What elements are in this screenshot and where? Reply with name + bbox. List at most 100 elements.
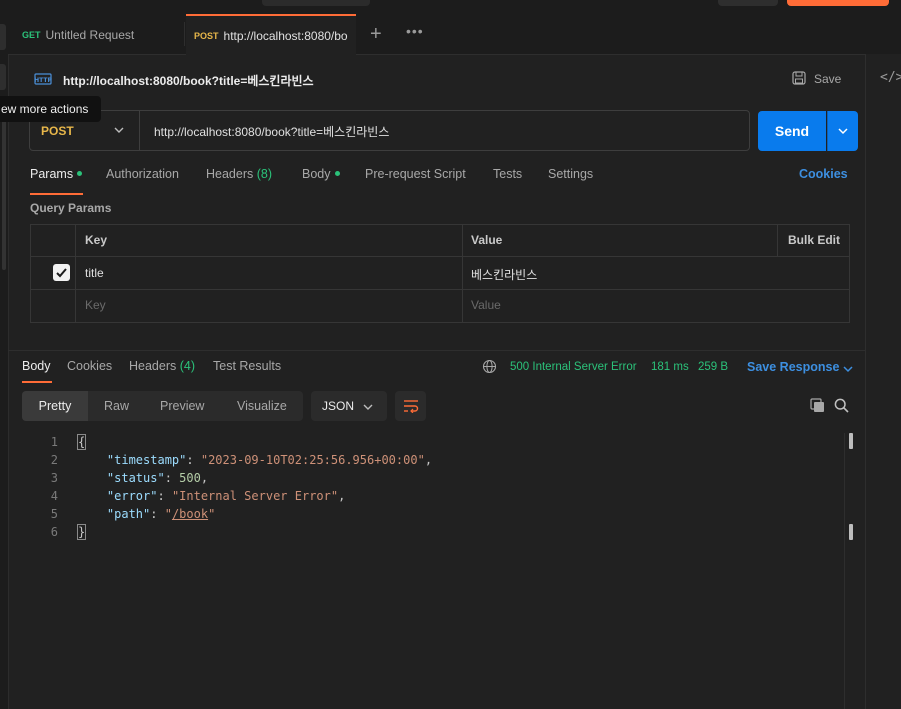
column-header-value: Value — [471, 233, 503, 247]
json-key: "status" — [106, 471, 165, 485]
table-divider — [777, 225, 778, 256]
response-size[interactable]: 259 B — [698, 361, 728, 373]
http-icon: HTTP — [34, 73, 52, 85]
send-button[interactable]: Send — [758, 111, 826, 151]
column-header-key: Key — [85, 233, 108, 247]
table-divider — [31, 256, 849, 257]
json-key: "timestamp" — [106, 453, 187, 467]
param-value-input[interactable]: 베스킨라빈스 — [471, 266, 537, 283]
response-tab-cookies[interactable]: Cookies — [67, 359, 112, 373]
response-time[interactable]: 181 ms — [651, 361, 689, 373]
response-tab-body[interactable]: Body — [22, 359, 51, 373]
json-key: "path" — [106, 507, 151, 521]
active-tab-indicator — [30, 193, 83, 195]
json-key: "error" — [106, 489, 158, 503]
response-status[interactable]: 500 Internal Server Error — [510, 361, 637, 373]
tab-tests[interactable]: Tests — [493, 167, 522, 181]
tab-body[interactable]: Body — [302, 167, 340, 181]
method-value: POST — [41, 123, 74, 138]
pane-divider[interactable] — [8, 350, 865, 351]
code-line: "timestamp": "2023-09-10T02:25:56.956+00… — [106, 453, 433, 467]
new-param-value-input[interactable]: Value — [471, 298, 501, 312]
query-params-title: Query Params — [30, 201, 112, 215]
tab-label: Body — [302, 167, 331, 181]
bulk-edit-button[interactable]: Bulk Edit — [788, 233, 840, 247]
chevron-down-icon — [363, 404, 373, 410]
format-select[interactable]: JSON — [311, 391, 387, 421]
url-input[interactable]: http://localhost:8080/book?title=베스킨라빈스 — [154, 123, 389, 140]
right-sidebar — [865, 54, 901, 709]
save-response-button[interactable]: Save Response — [747, 360, 839, 374]
json-brace: } — [76, 524, 87, 540]
sidebar-item[interactable] — [0, 64, 6, 90]
chevron-down-icon — [838, 128, 848, 135]
tab-authorization[interactable]: Authorization — [106, 167, 179, 181]
editor-gutter-line — [844, 433, 845, 709]
tooltip: ew more actions — [0, 96, 101, 122]
view-raw-button[interactable]: Raw — [104, 391, 129, 421]
json-brace: { — [76, 434, 87, 450]
save-button[interactable]: Save — [814, 72, 841, 86]
more-tabs-button[interactable]: ••• — [406, 23, 424, 39]
tab-method: GET — [22, 29, 41, 40]
tab-pre-request-script[interactable]: Pre-request Script — [365, 167, 466, 181]
globe-icon[interactable] — [482, 359, 497, 374]
line-number: 1 — [50, 435, 58, 449]
top-app-bar — [0, 0, 901, 14]
response-tab-test-results[interactable]: Test Results — [213, 359, 281, 373]
param-key-input[interactable]: title — [85, 266, 104, 280]
query-params-table — [30, 224, 850, 323]
sidebar-scrollbar[interactable] — [2, 110, 6, 270]
search-icon[interactable] — [834, 398, 849, 413]
request-title[interactable]: http://localhost:8080/book?title=베스킨라빈스 — [63, 72, 314, 89]
json-value: 500 — [179, 471, 201, 485]
view-preview-button[interactable]: Preview — [160, 391, 204, 421]
code-line: { — [76, 434, 87, 450]
code-line: "status": 500, — [106, 471, 209, 485]
view-visualize-button[interactable]: Visualize — [237, 391, 287, 421]
tab-untitled-request[interactable]: GET Untitled Request — [8, 14, 184, 55]
tab-label: http://localhost:8080/bo — [223, 28, 348, 43]
chevron-down-icon[interactable] — [843, 364, 853, 374]
scrollbar-marker[interactable] — [849, 524, 853, 540]
json-quote: " — [208, 507, 216, 521]
check-icon — [56, 268, 67, 278]
tab-headers[interactable]: Headers (8) — [206, 167, 272, 181]
code-line: "error": "Internal Server Error", — [106, 489, 346, 503]
save-icon[interactable] — [792, 71, 806, 85]
code-line: } — [76, 524, 87, 540]
copy-icon[interactable] — [810, 398, 825, 413]
cookies-link[interactable]: Cookies — [799, 167, 848, 181]
scrollbar-marker[interactable] — [849, 433, 853, 449]
tab-label: Params — [30, 167, 74, 181]
line-number: 3 — [50, 471, 58, 485]
upgrade-button[interactable] — [787, 0, 889, 6]
new-param-key-input[interactable]: Key — [85, 298, 106, 312]
status-dot — [77, 171, 83, 177]
response-tab-headers[interactable]: Headers (4) — [129, 359, 195, 373]
tab-active-request[interactable]: POST http://localhost:8080/bo — [186, 14, 356, 55]
tab-divider — [184, 22, 185, 46]
invite-button[interactable] — [718, 0, 778, 6]
active-tab-indicator — [22, 381, 52, 383]
line-number: 6 — [50, 525, 58, 539]
code-snippet-icon[interactable]: </> — [880, 70, 901, 85]
tab-label: Untitled Request — [45, 27, 135, 42]
line-number: 5 — [50, 507, 58, 521]
json-value-link[interactable]: /book — [172, 507, 208, 521]
view-pretty-button[interactable]: Pretty — [22, 391, 88, 421]
wrap-lines-button[interactable] — [395, 391, 426, 421]
send-options-button[interactable] — [827, 111, 858, 151]
tab-count: (8) — [256, 167, 273, 181]
tab-settings[interactable]: Settings — [548, 167, 593, 181]
tab-count: (4) — [179, 359, 196, 373]
new-tab-button[interactable]: + — [370, 23, 382, 45]
table-divider — [462, 225, 463, 322]
tab-params[interactable]: Params — [30, 167, 83, 181]
param-enabled-checkbox[interactable] — [53, 264, 70, 281]
status-dot — [334, 171, 340, 177]
sidebar-toggle[interactable] — [0, 24, 6, 50]
tab-method: POST — [194, 30, 219, 41]
search-bar[interactable] — [262, 0, 370, 6]
line-number: 2 — [50, 453, 58, 467]
